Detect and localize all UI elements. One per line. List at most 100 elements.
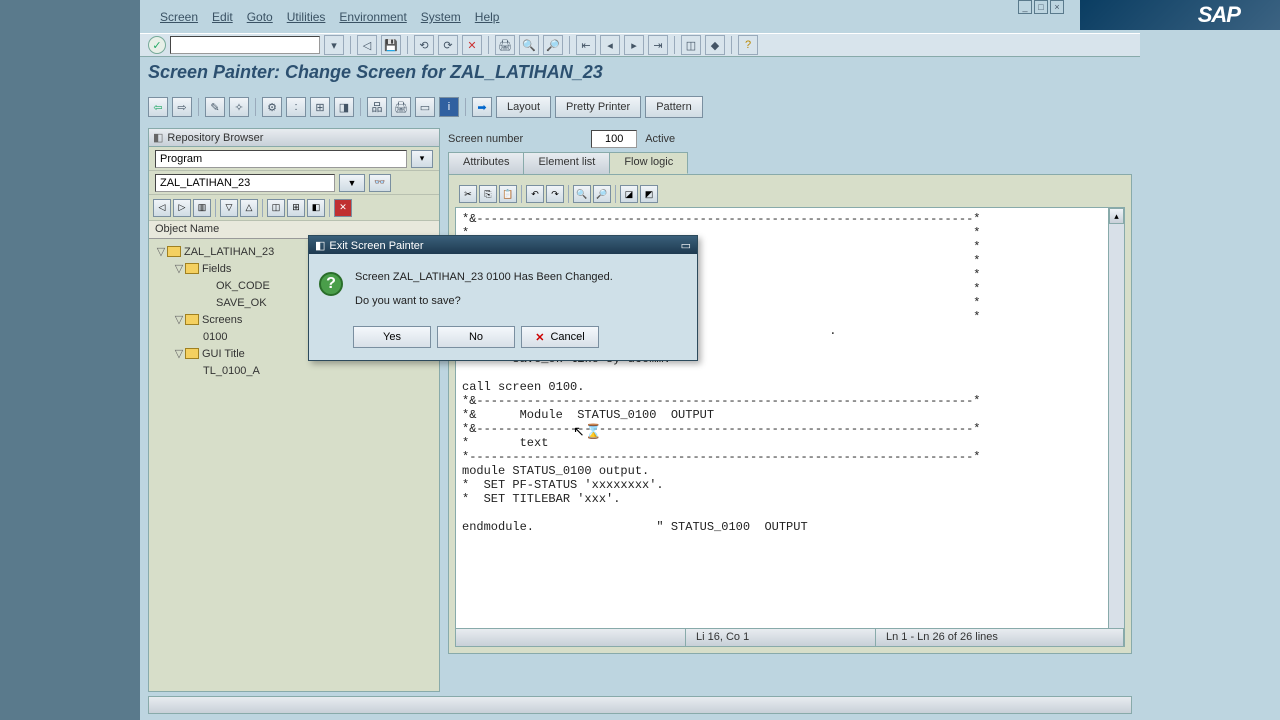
pattern-button[interactable]: Pattern [645,96,702,118]
no-button[interactable]: No [437,326,515,348]
menu-system[interactable]: System [421,10,461,32]
find-icon[interactable]: 🔍 [519,35,539,55]
expand-icon[interactable]: △ [240,199,258,217]
back-icon[interactable]: ◁ [357,35,377,55]
screen-number-input[interactable] [591,130,637,148]
menu-screen[interactable]: Screen [160,10,198,32]
exit-icon[interactable]: ⟳ [438,35,458,55]
standard-toolbar: ✓ ▾ ◁ 💾 ⟲ ⟳ ✕ 🖨 🔍 🔎 ⇤ ◂ ▸ ⇥ ◫ ◆ ? [140,33,1140,57]
page-title: Screen Painter: Change Screen for ZAL_LA… [148,62,603,90]
tree-field-okcode[interactable]: OK_CODE [216,280,270,292]
exit-dialog: ◧Exit Screen Painter ▭ ? Screen ZAL_LATI… [308,235,698,361]
tree-fields[interactable]: Fields [202,263,231,275]
tree-screen-0100[interactable]: 0100 [203,331,227,343]
window-controls[interactable]: _□× [1018,0,1064,14]
cancel-icon[interactable]: ✕ [462,35,482,55]
menubar: Screen Edit Goto Utilities Environment S… [140,10,499,32]
help-icon[interactable]: ? [738,35,758,55]
hier-icon[interactable]: 品 [367,97,387,117]
collapse-icon[interactable]: ▽ [220,199,238,217]
print2-icon[interactable]: 🖨 [391,97,411,117]
editor-scrollbar[interactable]: ▴ ▾ [1108,208,1124,646]
sap-logo: SAP [1080,0,1280,30]
other-icon[interactable]: ⊞ [310,97,330,117]
bottom-statusbar [148,696,1132,714]
screen-editor: Screen number Active Attributes Element … [448,128,1132,668]
nav-fwd2-icon[interactable]: ▷ [173,199,191,217]
ed-paste-icon[interactable]: 📋 [499,185,517,203]
program-type-dd-icon[interactable]: ▾ [411,150,433,168]
editor-toolbar: ✂ ⎘ 📋 ↶ ↷ 🔍 🔎 ◪ ◩ [455,181,1125,207]
dropdown-icon[interactable]: ▾ [324,35,344,55]
test-icon[interactable]: ⚙ [262,97,282,117]
question-icon: ? [319,272,343,296]
dialog-close-icon[interactable]: ▭ [681,239,691,252]
prev-icon[interactable]: ◂ [600,35,620,55]
new-session-icon[interactable]: ◫ [681,35,701,55]
info-icon[interactable]: i [439,97,459,117]
tree-root[interactable]: ZAL_LATIHAN_23 [184,246,274,258]
scroll-up-icon[interactable]: ▴ [1109,208,1124,224]
nav-back-icon[interactable]: ⇦ [148,97,168,117]
back2-icon[interactable]: ⟲ [414,35,434,55]
menu-goto[interactable]: Goto [247,10,273,32]
glasses-icon[interactable]: 👓 [369,174,391,192]
check-icon[interactable]: ✎ [205,97,225,117]
tree2-icon[interactable]: ⊞ [287,199,305,217]
program-type-input[interactable] [155,150,407,168]
where-icon[interactable]: : [286,97,306,117]
tab-element-list[interactable]: Element list [523,152,610,174]
program-dd-icon[interactable]: ▼ [339,174,365,192]
menu-utilities[interactable]: Utilities [287,10,326,32]
tree-screens[interactable]: Screens [202,314,242,326]
ed-findnext-icon[interactable]: 🔎 [593,185,611,203]
save-icon[interactable]: 💾 [381,35,401,55]
findnext-icon[interactable]: 🔎 [543,35,563,55]
ed-undo-icon[interactable]: ↶ [526,185,544,203]
tabs: Attributes Element list Flow logic [448,152,1132,174]
tab-attributes[interactable]: Attributes [448,152,524,174]
disp-icon[interactable]: ◨ [334,97,354,117]
pretty-printer-button[interactable]: Pretty Printer [555,96,641,118]
screen-number-label: Screen number [448,133,523,145]
ed-find-icon[interactable]: 🔍 [573,185,591,203]
cancel-button[interactable]: ✕Cancel [521,326,599,348]
menu-help[interactable]: Help [475,10,500,32]
repo-toolbar: ◁ ▷ ▥ ▽ △ ◫ ⊞ ◧ ✕ [149,195,439,221]
last-icon[interactable]: ⇥ [648,35,668,55]
yes-button[interactable]: Yes [353,326,431,348]
tree-gui-title[interactable]: GUI Title [202,348,245,360]
ed-copy-icon[interactable]: ⎘ [479,185,497,203]
command-field[interactable] [170,36,320,54]
ed-bookmark2-icon[interactable]: ◩ [640,185,658,203]
print-icon[interactable]: 🖨 [495,35,515,55]
tree1-icon[interactable]: ◫ [267,199,285,217]
nav-fwd-icon[interactable]: ⇨ [172,97,192,117]
menu-edit[interactable]: Edit [212,10,233,32]
tree-gui-item[interactable]: TL_0100_A [203,365,260,377]
ed-cut-icon[interactable]: ✂ [459,185,477,203]
dialog-titlebar[interactable]: ◧Exit Screen Painter ▭ [309,236,697,254]
repository-browser: Repository Browser ▾ ▼ 👓 ◁ ▷ ▥ ▽ △ ◫ ⊞ ◧… [148,128,440,692]
nav-back2-icon[interactable]: ◁ [153,199,171,217]
first-icon[interactable]: ⇤ [576,35,596,55]
editor-statusbar: Li 16, Co 1 Ln 1 - Ln 26 of 26 lines [456,628,1124,646]
enter-icon[interactable]: ✓ [148,36,166,54]
next-icon[interactable]: ▸ [624,35,644,55]
status-ln: Ln 1 - Ln 26 of 26 lines [876,629,1124,646]
full-icon[interactable]: ▭ [415,97,435,117]
layout-button[interactable]: Layout [496,96,551,118]
program-name-input[interactable] [155,174,335,192]
layout-arrow-icon[interactable]: ➡ [472,97,492,117]
shortcut-icon[interactable]: ◆ [705,35,725,55]
ed-redo-icon[interactable]: ↷ [546,185,564,203]
ed-bookmark-icon[interactable]: ◪ [620,185,638,203]
menu-environment[interactable]: Environment [339,10,406,32]
close-tree-icon[interactable]: ✕ [334,199,352,217]
dialog-line1: Screen ZAL_LATIHAN_23 0100 Has Been Chan… [355,268,613,286]
tree3-icon[interactable]: ◧ [307,199,325,217]
nav-up-icon[interactable]: ▥ [193,199,211,217]
activate-icon[interactable]: ✧ [229,97,249,117]
tree-field-saveok[interactable]: SAVE_OK [216,297,267,309]
tab-flow-logic[interactable]: Flow logic [609,152,688,174]
